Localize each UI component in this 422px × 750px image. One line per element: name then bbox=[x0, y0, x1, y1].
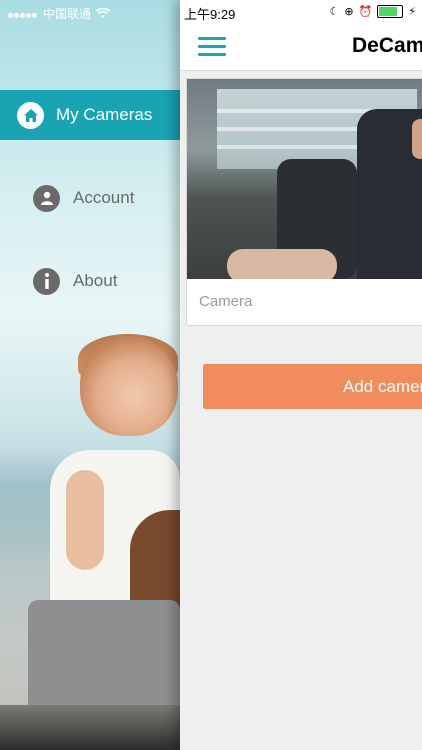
sidebar-item-label: My Cameras bbox=[56, 105, 153, 124]
carrier-label: 中国联通 bbox=[43, 7, 92, 21]
add-camera-label: Add camera bbox=[343, 377, 422, 396]
camera-card[interactable]: Camera bbox=[186, 78, 422, 326]
preview-face bbox=[412, 119, 422, 159]
rotation-lock-icon: ⊕ bbox=[344, 6, 354, 18]
info-icon bbox=[33, 267, 60, 295]
camera-name: Camera bbox=[199, 293, 253, 310]
add-camera-button[interactable]: Add camera bbox=[203, 364, 422, 409]
status-bar: 上午9:29 ☾ ⊕ ⏰ ⚡ bbox=[180, 0, 422, 24]
moon-icon: ☾ bbox=[329, 6, 340, 18]
alarm-icon: ⏰ bbox=[358, 6, 373, 18]
background-photo-child-arm bbox=[66, 470, 104, 570]
status-icons: ☾ ⊕ ⏰ ⚡ bbox=[329, 5, 416, 18]
status-time: 上午9:29 bbox=[184, 7, 236, 22]
background-photo-child-head bbox=[80, 336, 178, 436]
status-bar-left: 中国联通 bbox=[8, 5, 111, 22]
background-photo-bottom bbox=[0, 705, 180, 750]
sidebar-item-my-cameras[interactable]: My Cameras bbox=[0, 90, 180, 140]
preview-hand bbox=[227, 249, 337, 279]
navigation-drawer: 中国联通 My Cameras Account About bbox=[0, 0, 180, 750]
background-photo-child-shorts bbox=[28, 600, 180, 720]
nav-bar: DeCam bbox=[180, 24, 422, 71]
signal-icon bbox=[8, 7, 38, 21]
menu-icon[interactable] bbox=[198, 37, 226, 57]
sidebar-item-label: About bbox=[73, 271, 118, 290]
camera-preview[interactable] bbox=[187, 79, 422, 279]
charging-icon: ⚡ bbox=[408, 6, 416, 18]
wifi-icon bbox=[96, 8, 111, 18]
sidebar-item-about[interactable]: About bbox=[0, 256, 180, 306]
sidebar-item-account[interactable]: Account bbox=[0, 173, 180, 223]
battery-icon bbox=[377, 5, 404, 18]
main-panel: 上午9:29 ☾ ⊕ ⏰ ⚡ DeCam Camera Add camera bbox=[180, 0, 422, 750]
user-icon bbox=[33, 184, 60, 212]
home-icon bbox=[17, 101, 44, 129]
page-title: DeCam bbox=[352, 34, 422, 57]
sidebar-item-label: Account bbox=[73, 188, 135, 207]
